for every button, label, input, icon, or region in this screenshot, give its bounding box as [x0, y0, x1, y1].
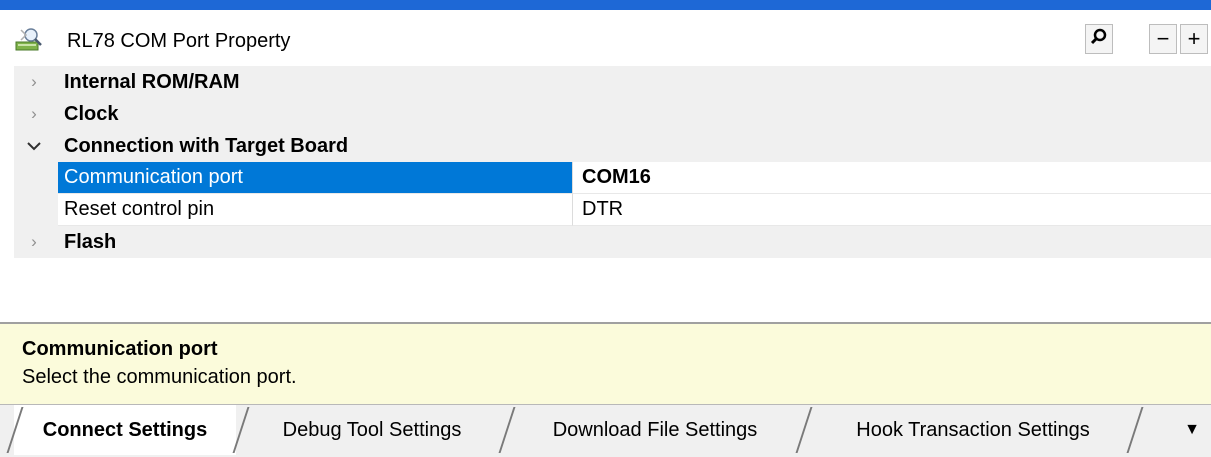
category-label: Internal ROM/RAM	[64, 71, 240, 93]
tab-debug-tool-settings[interactable]: Debug Tool Settings	[248, 405, 496, 455]
category-clock[interactable]: › Clock	[14, 98, 1211, 130]
category-label: Connection with Target Board	[64, 135, 349, 157]
property-value-combobox[interactable]: COM16	[572, 162, 1211, 194]
property-value[interactable]: DTR	[572, 194, 1211, 226]
tab-label: Connect Settings	[42, 418, 208, 441]
tab-divider	[498, 407, 516, 453]
property-name[interactable]: Reset control pin	[58, 194, 572, 226]
tab-overflow-button[interactable]: ▼	[1180, 415, 1204, 445]
row-gutter	[14, 194, 58, 226]
panel-title: RL78 COM Port Property	[67, 30, 291, 52]
tab-label: Debug Tool Settings	[282, 418, 462, 441]
tab-connect-settings[interactable]: Connect Settings	[14, 405, 236, 455]
row-gutter	[14, 162, 58, 194]
minus-icon: −	[1156, 26, 1170, 51]
tab-strip: Connect Settings Debug Tool Settings Dow…	[0, 404, 1211, 457]
property-grid: › Internal ROM/RAM › Clock Connection wi…	[14, 66, 1211, 322]
chevron-down-icon[interactable]	[20, 134, 48, 158]
tab-download-file-settings[interactable]: Download File Settings	[514, 405, 796, 455]
chevron-right-icon[interactable]: ›	[20, 102, 48, 126]
panel-title-bar: RL78 COM Port Property − +	[0, 10, 1211, 66]
property-row-communication-port[interactable]: Communication port COM16	[14, 162, 1211, 194]
help-title: Communication port	[22, 338, 218, 360]
property-panel-window: RL78 COM Port Property − + › Internal RO…	[0, 0, 1211, 457]
chevron-right-icon[interactable]: ›	[20, 230, 48, 254]
category-label: Flash	[64, 231, 117, 253]
category-internal-rom-ram[interactable]: › Internal ROM/RAM	[14, 66, 1211, 98]
dropdown-arrow-icon: ▼	[1184, 421, 1200, 438]
search-button[interactable]	[1085, 24, 1113, 54]
help-panel: Communication port Select the communicat…	[0, 324, 1211, 404]
tab-divider	[795, 407, 813, 453]
tab-hook-transaction-settings[interactable]: Hook Transaction Settings	[812, 405, 1134, 455]
tab-label: Hook Transaction Settings	[856, 418, 1090, 441]
search-icon	[1090, 26, 1108, 52]
chevron-right-icon[interactable]: ›	[20, 70, 48, 94]
property-name[interactable]: Communication port	[58, 162, 572, 194]
property-value: COM16	[582, 166, 651, 188]
category-label: Clock	[64, 103, 119, 125]
expand-button[interactable]: +	[1180, 24, 1208, 54]
window-top-accent	[0, 0, 1211, 10]
com-port-property-icon	[12, 26, 44, 54]
category-connection-with-target-board[interactable]: Connection with Target Board	[14, 130, 1211, 162]
collapse-button[interactable]: −	[1149, 24, 1177, 54]
help-description: Select the communication port.	[22, 366, 297, 388]
property-row-reset-control-pin[interactable]: Reset control pin DTR	[14, 194, 1211, 226]
tab-label: Download File Settings	[552, 418, 758, 441]
category-flash[interactable]: › Flash	[14, 226, 1211, 258]
plus-icon: +	[1187, 26, 1201, 51]
